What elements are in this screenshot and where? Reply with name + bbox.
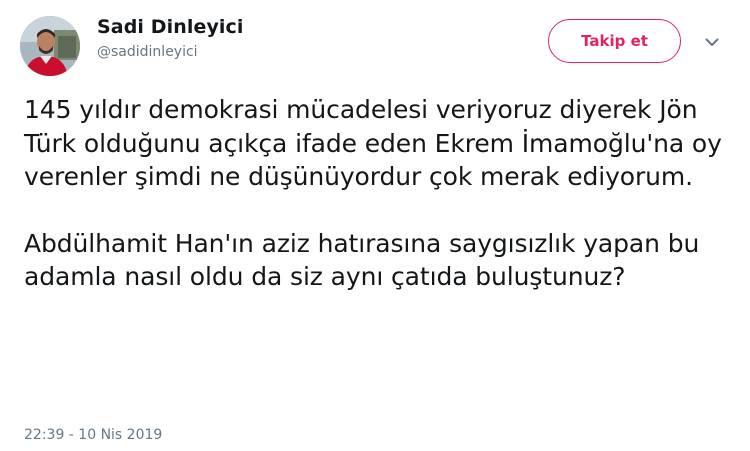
tweet-card: Sadi Dinleyici @sadidinleyici Takip et 1…	[0, 0, 750, 451]
tweet-timestamp[interactable]: 22:39 - 10 Nis 2019	[24, 426, 162, 444]
tweet-menu-button[interactable]	[702, 34, 722, 50]
avatar-photo	[20, 16, 80, 76]
display-name[interactable]: Sadi Dinleyici	[97, 14, 244, 40]
avatar[interactable]	[20, 16, 80, 76]
chevron-down-icon	[705, 38, 719, 46]
follow-button[interactable]: Takip et	[548, 19, 681, 63]
tweet-text: 145 yıldır demokrasi mücadelesi veriyoru…	[24, 93, 739, 294]
tweet-paragraph: 145 yıldır demokrasi mücadelesi veriyoru…	[24, 95, 722, 191]
user-info: Sadi Dinleyici @sadidinleyici	[97, 14, 244, 62]
tweet-paragraph: Abdülhamit Han'ın aziz hatırasına saygıs…	[24, 228, 700, 292]
user-handle[interactable]: @sadidinleyici	[97, 42, 244, 62]
